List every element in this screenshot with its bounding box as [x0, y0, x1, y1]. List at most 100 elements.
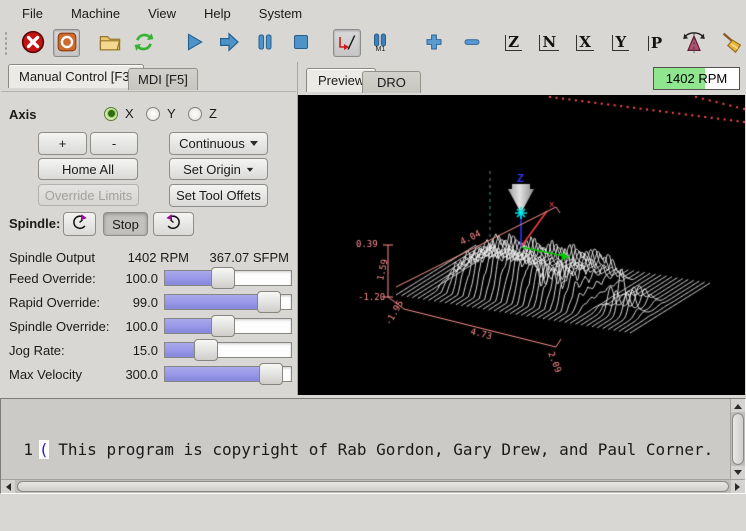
rpm-meter-text: 1402 RPM [654, 68, 739, 89]
jog-rate-row: Jog Rate: 15.0 [1, 340, 296, 362]
menu-help[interactable]: Help [194, 3, 241, 24]
scroll-up-button[interactable] [731, 399, 745, 412]
view-perspective-icon: P [648, 36, 665, 51]
spindle-override-slider[interactable] [164, 318, 292, 334]
scroll-down-button[interactable] [731, 466, 745, 479]
spindle-label: Spindle: [9, 216, 60, 231]
radio-x-label: X [125, 106, 134, 121]
jog-rate-value: 15.0 [101, 343, 158, 358]
gcode-line: 1( This program is copyright of Rab Gord… [1, 440, 730, 460]
manual-control-panel: Manual Control [F3] MDI [F5] Axis X Y Z … [0, 62, 298, 395]
preview-canvas[interactable] [298, 95, 745, 395]
plus-icon [424, 32, 444, 55]
spindle-rpm-value: 1402 RPM [119, 250, 189, 265]
view-z-button[interactable]: Z [500, 29, 528, 57]
spindle-override-label: Spindle Override: [9, 319, 109, 334]
zoom-in-button[interactable] [420, 29, 448, 57]
jog-rate-slider[interactable] [164, 342, 292, 358]
step-arrow-icon [217, 30, 241, 57]
slider-thumb[interactable] [211, 315, 235, 337]
set-origin-dropdown[interactable]: Set Origin [169, 158, 268, 180]
spindle-forward-icon [164, 213, 183, 235]
view-z-icon: Z [505, 35, 522, 51]
rotate-view-button[interactable] [680, 29, 708, 57]
estop-icon [21, 30, 45, 57]
chevron-down-icon [247, 167, 253, 174]
machine-power-button[interactable] [53, 29, 81, 57]
zoom-out-button[interactable] [458, 29, 486, 57]
view-perspective-button[interactable]: P [643, 29, 671, 57]
manual-control-frame: Axis X Y Z + - Continuous Hom [1, 91, 296, 395]
menu-file[interactable]: File [12, 3, 53, 24]
preview-panel: Preview DRO 1402 RPM [298, 62, 746, 395]
slider-thumb[interactable] [211, 267, 235, 289]
clear-plot-button[interactable] [718, 29, 746, 57]
axis-radio-z[interactable]: Z [188, 106, 217, 121]
axis-radio-y[interactable]: Y [146, 106, 176, 121]
radio-y-label: Y [167, 106, 176, 121]
radio-z-circle[interactable] [188, 107, 202, 121]
menu-machine[interactable]: Machine [61, 3, 130, 24]
vscroll-thumb[interactable] [732, 413, 744, 465]
view-y-button[interactable]: Y [607, 29, 635, 57]
radio-y-circle[interactable] [146, 107, 160, 121]
gcode-editor[interactable]: 1( This program is copyright of Rab Gord… [0, 398, 746, 494]
folder-icon [98, 30, 122, 57]
run-icon [183, 31, 205, 56]
menu-view[interactable]: View [138, 3, 186, 24]
feed-override-slider[interactable] [164, 270, 292, 286]
tab-manual-control[interactable]: Manual Control [F3] [8, 64, 144, 88]
horizontal-scrollbar[interactable] [1, 479, 745, 493]
override-limits-button[interactable]: Override Limits [38, 184, 139, 206]
max-velocity-row: Max Velocity 300.0 [1, 364, 296, 386]
run-button[interactable] [180, 29, 208, 57]
max-velocity-slider[interactable] [164, 366, 292, 382]
slider-thumb[interactable] [194, 339, 218, 361]
menubar: File Machine View Help System [0, 0, 746, 26]
feed-override-value: 100.0 [101, 271, 158, 286]
open-file-button[interactable] [96, 29, 124, 57]
jog-minus-button[interactable]: - [90, 132, 138, 155]
estop-button[interactable] [19, 29, 47, 57]
spindle-forward-button[interactable] [153, 212, 194, 236]
reload-button[interactable] [130, 29, 158, 57]
spindle-reverse-button[interactable] [63, 212, 96, 236]
jog-mode-value: Continuous [179, 136, 245, 151]
slider-thumb[interactable] [259, 363, 283, 385]
view-z-rotated-button[interactable]: N [535, 29, 563, 57]
home-all-button[interactable]: Home All [38, 158, 138, 180]
broom-icon [720, 30, 744, 57]
jog-plus-button[interactable]: + [38, 132, 87, 155]
jog-mode-dropdown[interactable]: Continuous [169, 132, 268, 155]
chevron-down-icon [250, 141, 258, 150]
toolbar-grip[interactable] [2, 30, 9, 56]
vertical-scrollbar[interactable] [730, 399, 745, 479]
scroll-left-button[interactable] [1, 480, 15, 493]
spindle-reverse-icon [70, 213, 89, 235]
set-tool-offets-button[interactable]: Set Tool Offets [169, 184, 268, 207]
axis-radio-x[interactable]: X [104, 106, 134, 121]
slider-thumb[interactable] [257, 291, 281, 313]
view-x-button[interactable]: X [571, 29, 599, 57]
view-y-icon: Y [612, 35, 629, 51]
spindle-stop-button[interactable]: Stop [103, 212, 148, 236]
tab-mdi[interactable]: MDI [F5] [128, 68, 198, 90]
tab-dro[interactable]: DRO [362, 71, 421, 93]
skip-lines-button[interactable]: / [333, 29, 361, 57]
pause-icon [255, 32, 275, 55]
set-origin-value: Set Origin [183, 162, 241, 177]
optional-stop-icon: M1 [372, 33, 388, 53]
radio-x-circle[interactable] [104, 107, 118, 121]
optional-stop-button[interactable]: M1 [367, 29, 395, 57]
step-button[interactable] [216, 29, 244, 57]
spindle-rpm-meter: 1402 RPM [653, 67, 740, 90]
stop-button[interactable] [287, 29, 315, 57]
rapid-override-slider[interactable] [164, 294, 292, 310]
pause-button[interactable] [251, 29, 279, 57]
hscroll-thumb[interactable] [17, 481, 729, 492]
menu-system[interactable]: System [249, 3, 312, 24]
feed-override-row: Feed Override: 100.0 [1, 268, 296, 290]
reload-icon [132, 30, 156, 57]
scroll-right-button[interactable] [731, 480, 745, 493]
max-velocity-label: Max Velocity [9, 367, 82, 382]
